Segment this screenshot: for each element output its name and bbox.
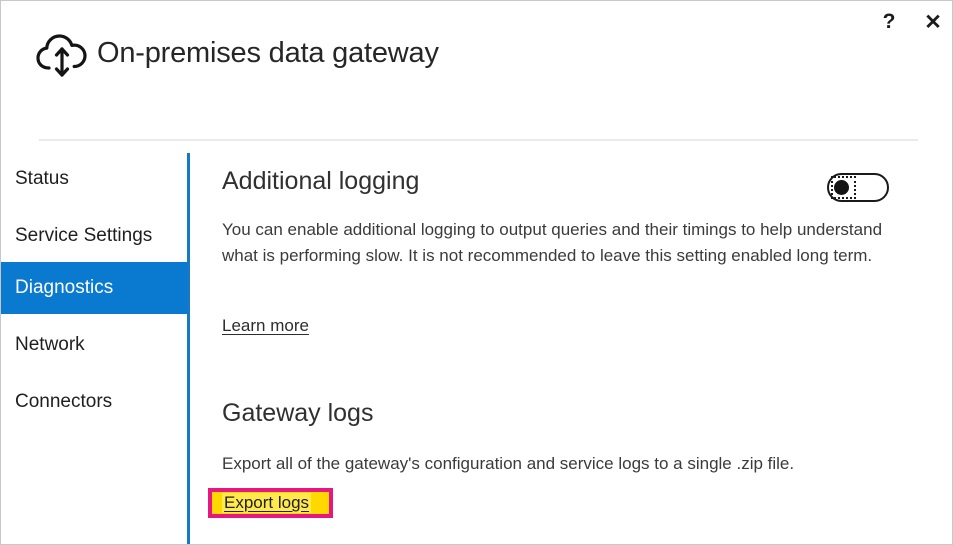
- gateway-app-window: On-premises data gateway ? ✕ Status Serv…: [0, 0, 953, 545]
- learn-more-link[interactable]: Learn more: [222, 316, 309, 336]
- export-logs-link[interactable]: Export logs: [222, 493, 312, 513]
- diagnostics-panel: Additional logging You can enable additi…: [190, 153, 952, 544]
- sidebar-item-diagnostics[interactable]: Diagnostics: [1, 262, 187, 314]
- toggle-knob: [834, 180, 849, 195]
- sidebar-item-connectors[interactable]: Connectors: [1, 376, 187, 428]
- sidebar-item-status[interactable]: Status: [1, 153, 187, 205]
- additional-logging-toggle[interactable]: [827, 173, 889, 202]
- help-icon[interactable]: ?: [872, 7, 906, 37]
- title-bar: On-premises data gateway ? ✕: [1, 1, 952, 121]
- sidebar-item-service-settings[interactable]: Service Settings: [1, 210, 187, 262]
- page-title: On-premises data gateway: [97, 37, 439, 69]
- gateway-logs-description: Export all of the gateway's configuratio…: [222, 454, 795, 473]
- cloud-updown-arrow-icon: [33, 27, 91, 85]
- gateway-logs-heading: Gateway logs: [222, 399, 374, 427]
- additional-logging-heading: Additional logging: [222, 167, 420, 195]
- sidebar-nav: Status Service Settings Diagnostics Netw…: [1, 153, 187, 544]
- additional-logging-description: You can enable additional logging to out…: [222, 220, 883, 265]
- header-divider: [39, 139, 918, 141]
- close-icon[interactable]: ✕: [916, 7, 950, 37]
- sidebar-item-network[interactable]: Network: [1, 319, 187, 371]
